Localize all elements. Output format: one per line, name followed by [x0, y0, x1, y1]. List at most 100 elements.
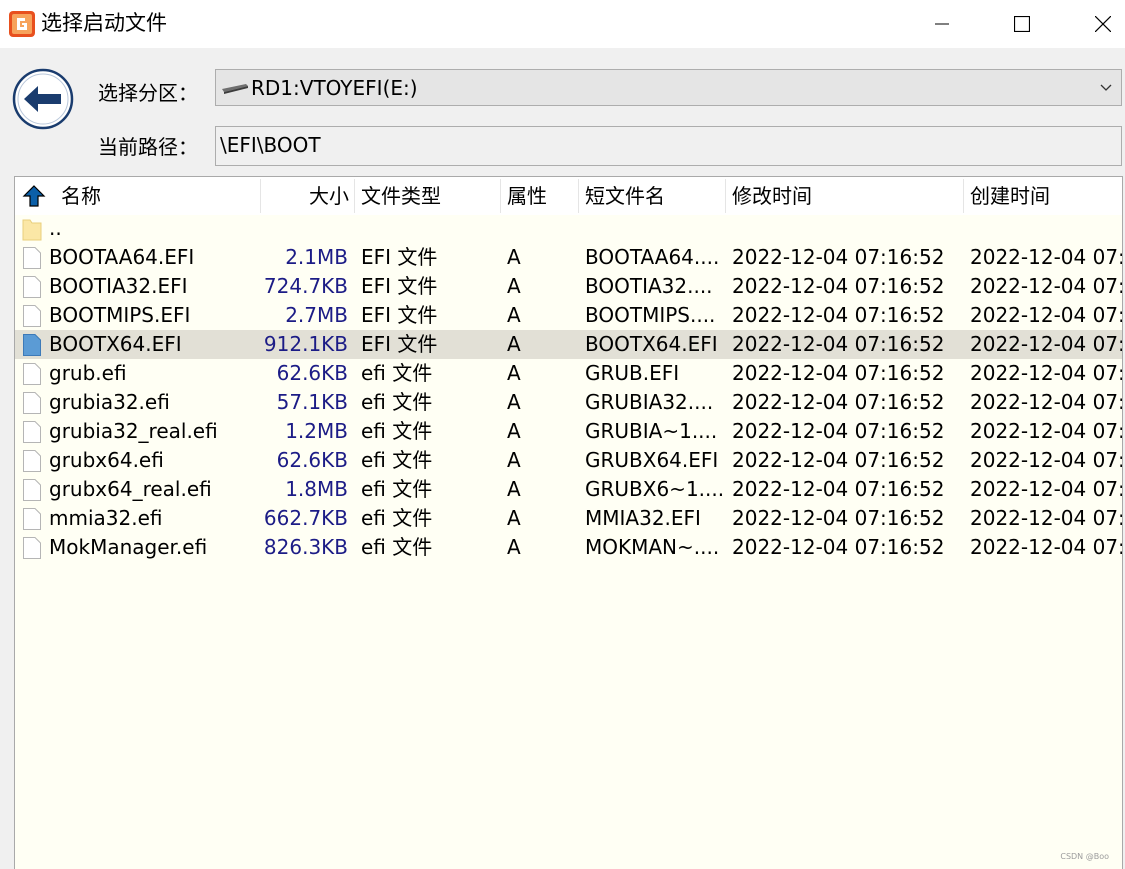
- created-time: 2022-12-04 07:16:52: [970, 448, 1122, 472]
- minimize-button[interactable]: [902, 0, 982, 48]
- column-header-attr[interactable]: 属性: [507, 177, 547, 215]
- column-divider[interactable]: [500, 179, 501, 213]
- maximize-button[interactable]: [982, 0, 1062, 48]
- table-row[interactable]: grubia32.efi 57.1KB efi 文件 A GRUBIA32.... 202…: [15, 388, 1122, 417]
- created-time: 2022-12-04 07:16:52: [970, 506, 1122, 530]
- file-icon: [23, 276, 41, 298]
- short-file-name: GRUBX6~1....: [585, 477, 723, 501]
- created-time: 2022-12-04 07:16:52: [970, 535, 1122, 559]
- file-size: 724.7KB: [263, 274, 348, 298]
- table-row[interactable]: mmia32.efi 662.7KB efi 文件 A MMIA32.EFI 2022-1…: [15, 504, 1122, 533]
- file-icon: [23, 305, 41, 327]
- close-button[interactable]: [1063, 0, 1125, 48]
- minimize-icon: [935, 23, 949, 25]
- file-type: efi 文件: [361, 535, 433, 559]
- table-row[interactable]: BOOTIA32.EFI 724.7KB EFI 文件 A BOOTIA32.... 20…: [15, 272, 1122, 301]
- close-icon: [1095, 16, 1111, 32]
- short-file-name: BOOTAA64....: [585, 245, 720, 269]
- modified-time: 2022-12-04 07:16:52: [732, 303, 945, 327]
- modified-time: 2022-12-04 07:16:52: [732, 274, 945, 298]
- list-item-parent[interactable]: ..: [15, 214, 1122, 243]
- file-type: EFI 文件: [361, 332, 438, 356]
- short-file-name: GRUBIA~1....: [585, 419, 718, 443]
- file-icon: [23, 479, 41, 501]
- modified-time: 2022-12-04 07:16:52: [732, 419, 945, 443]
- file-name: grub.efi: [49, 361, 127, 385]
- up-arrow-icon[interactable]: [22, 184, 46, 208]
- file-icon: [23, 334, 41, 356]
- file-size: 662.7KB: [263, 506, 348, 530]
- short-file-name: BOOTIA32....: [585, 274, 713, 298]
- file-icon: [23, 392, 41, 414]
- short-file-name: BOOTMIPS....: [585, 303, 716, 327]
- short-file-name: GRUBX64.EFI: [585, 448, 719, 472]
- file-name: BOOTX64.EFI: [49, 332, 182, 356]
- column-header-name[interactable]: 名称: [61, 177, 101, 215]
- file-icon: [23, 363, 41, 385]
- table-row[interactable]: grubx64_real.efi 1.8MB efi 文件 A GRUBX6~1....…: [15, 475, 1122, 504]
- partition-label: 选择分区：: [98, 81, 198, 105]
- back-button[interactable]: [12, 68, 74, 130]
- file-size: 2.7MB: [285, 303, 348, 327]
- table-row[interactable]: BOOTX64.EFI 912.1KB EFI 文件 A BOOTX64.EFI 2022…: [15, 330, 1122, 359]
- column-divider[interactable]: [354, 179, 355, 213]
- watermark: CSDN @Boo: [1060, 852, 1109, 861]
- file-size: 57.1KB: [276, 390, 348, 414]
- table-row[interactable]: grubia32_real.efi 1.2MB efi 文件 A GRUBIA~1...…: [15, 417, 1122, 446]
- table-row[interactable]: grubx64.efi 62.6KB efi 文件 A GRUBX64.EFI 2022-…: [15, 446, 1122, 475]
- column-header-size[interactable]: 大小: [265, 177, 349, 215]
- file-list[interactable]: 名称 大小 文件类型 属性 短文件名 修改时间 创建时间 .. BOOTAA64…: [14, 176, 1123, 869]
- file-type: efi 文件: [361, 390, 433, 414]
- modified-time: 2022-12-04 07:16:52: [732, 361, 945, 385]
- file-type: efi 文件: [361, 448, 433, 472]
- column-divider[interactable]: [725, 179, 726, 213]
- created-time: 2022-12-04 07:16:52: [970, 303, 1122, 327]
- file-attribute: A: [507, 332, 521, 356]
- table-row[interactable]: MokManager.efi 826.3KB efi 文件 A MOKMAN~.... 2…: [15, 533, 1122, 562]
- created-time: 2022-12-04 07:16:52: [970, 332, 1122, 356]
- file-size: 1.2MB: [285, 419, 348, 443]
- file-name: MokManager.efi: [49, 535, 208, 559]
- short-file-name: BOOTX64.EFI: [585, 332, 718, 356]
- table-row[interactable]: BOOTAA64.EFI 2.1MB EFI 文件 A BOOTAA64.... 2022…: [15, 243, 1122, 272]
- created-time: 2022-12-04 07:16:52: [970, 361, 1122, 385]
- file-name: ..: [49, 216, 62, 240]
- table-row[interactable]: BOOTMIPS.EFI 2.7MB EFI 文件 A BOOTMIPS.... 2022…: [15, 301, 1122, 330]
- title-bar: 选择启动文件: [0, 0, 1125, 48]
- partition-dropdown[interactable]: RD1:VTOYEFI(E:): [215, 69, 1122, 106]
- window-title: 选择启动文件: [41, 11, 167, 35]
- column-header-type[interactable]: 文件类型: [361, 177, 441, 215]
- created-time: 2022-12-04 07:16:52: [970, 477, 1122, 501]
- modified-time: 2022-12-04 07:16:52: [732, 245, 945, 269]
- drive-icon: [222, 84, 248, 94]
- modified-time: 2022-12-04 07:16:52: [732, 535, 945, 559]
- table-row[interactable]: grub.efi 62.6KB efi 文件 A GRUB.EFI 2022-12-04 …: [15, 359, 1122, 388]
- chevron-down-icon: [1100, 84, 1112, 91]
- modified-time: 2022-12-04 07:16:52: [732, 448, 945, 472]
- file-icon: [23, 247, 41, 269]
- column-header-created[interactable]: 创建时间: [970, 177, 1050, 215]
- partition-value: RD1:VTOYEFI(E:): [251, 76, 418, 100]
- column-divider[interactable]: [578, 179, 579, 213]
- list-header: 名称 大小 文件类型 属性 短文件名 修改时间 创建时间: [15, 177, 1122, 215]
- file-name: BOOTIA32.EFI: [49, 274, 188, 298]
- file-icon: [23, 450, 41, 472]
- file-size: 2.1MB: [285, 245, 348, 269]
- short-file-name: MMIA32.EFI: [585, 506, 701, 530]
- column-divider[interactable]: [260, 179, 261, 213]
- file-type: EFI 文件: [361, 303, 438, 327]
- maximize-icon: [1014, 16, 1030, 32]
- current-path-field[interactable]: \EFI\BOOT: [215, 126, 1122, 166]
- column-divider[interactable]: [963, 179, 964, 213]
- file-attribute: A: [507, 390, 521, 414]
- file-icon: [23, 537, 41, 559]
- file-type: EFI 文件: [361, 245, 438, 269]
- file-name: mmia32.efi: [49, 506, 163, 530]
- file-icon: [23, 421, 41, 443]
- file-name: grubia32.efi: [49, 390, 170, 414]
- column-header-short-name[interactable]: 短文件名: [585, 177, 665, 215]
- created-time: 2022-12-04 07:16:52: [970, 274, 1122, 298]
- file-attribute: A: [507, 448, 521, 472]
- column-header-modified[interactable]: 修改时间: [732, 177, 812, 215]
- file-size: 62.6KB: [276, 361, 348, 385]
